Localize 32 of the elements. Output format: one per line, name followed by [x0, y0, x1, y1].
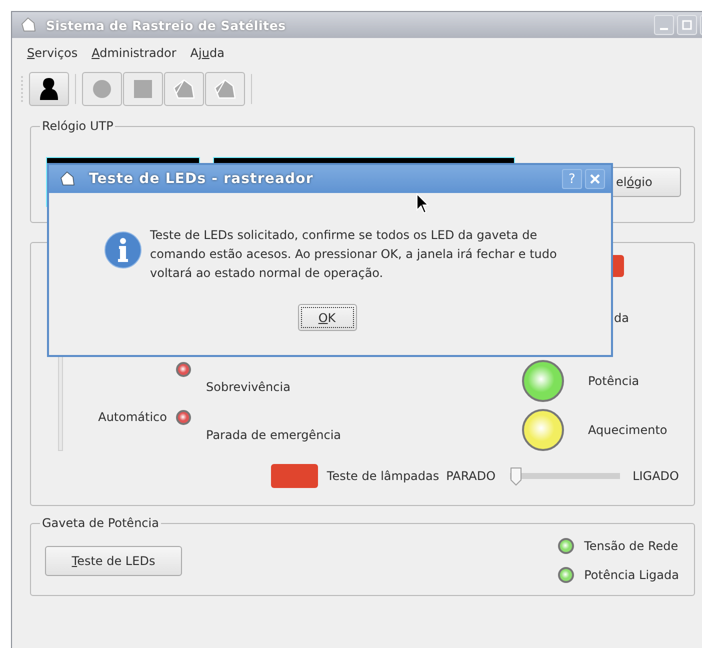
- indicator-label: Potência: [588, 374, 640, 388]
- mode-label: Automático: [98, 410, 168, 424]
- toolbar-button[interactable]: [29, 72, 69, 106]
- minimize-icon[interactable]: [654, 15, 674, 35]
- dialog-message: Teste de LEDs solicitado, confirme se todos os LED da gaveta de comando estão acesos. Ao pressionar OK, a janela irá fechar e tudo voltará ao estado normal de operação.: [150, 227, 558, 282]
- square-icon: [133, 79, 153, 99]
- dialog-title: Teste de LEDs - rastreador: [89, 171, 314, 187]
- maximize-icon[interactable]: [677, 15, 697, 35]
- toolbar-grip[interactable]: [18, 74, 26, 104]
- circle-icon: [92, 79, 112, 99]
- switch-off-label: PARADO: [446, 469, 496, 483]
- indicator-label: Sobrevivência: [206, 380, 290, 394]
- cursor-icon: [416, 193, 430, 215]
- slider-thumb[interactable]: [510, 466, 522, 486]
- indicator-label: Potência Ligada: [584, 568, 679, 582]
- ok-button[interactable]: OK: [298, 304, 356, 331]
- group-title: Relógio UTP: [41, 119, 114, 133]
- indicator-label: Aquecimento: [588, 423, 668, 437]
- menu-item[interactable]: Administrador: [84, 46, 184, 60]
- group-title: Gaveta de Potência: [41, 516, 160, 530]
- indicator-label: da: [613, 311, 630, 325]
- close-icon[interactable]: [585, 169, 605, 189]
- indicator-label: Tensão de Rede: [584, 539, 678, 553]
- person-icon: [39, 77, 59, 101]
- window-title: Sistema de Rastreio de Satélites: [46, 18, 286, 32]
- indicator-label: Parada de emergência: [206, 428, 342, 442]
- menu-item[interactable]: Ajuda: [183, 46, 232, 60]
- switch-on-label: LIGADO: [632, 469, 679, 483]
- menu-item[interactable]: Serviços: [20, 46, 85, 60]
- indicator-label: Teste de lâmpadas: [326, 469, 440, 483]
- led-test-button[interactable]: Teste de LEDs: [45, 546, 182, 576]
- info-icon: [104, 231, 142, 269]
